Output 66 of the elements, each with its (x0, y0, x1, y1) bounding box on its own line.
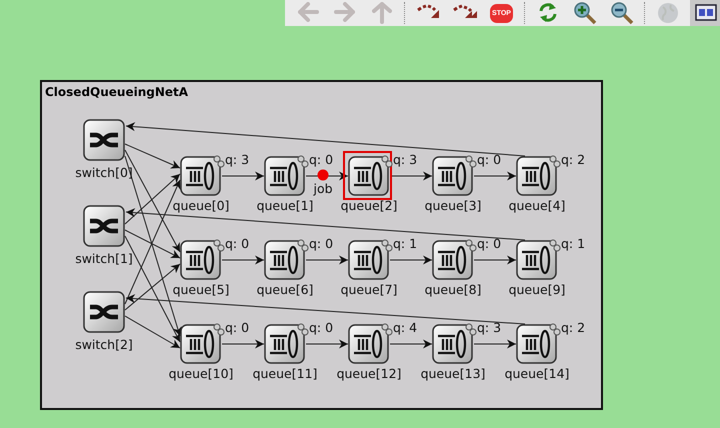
node-label: switch[1] (75, 251, 133, 266)
connection-arrow (222, 340, 264, 348)
queue-icon[interactable] (264, 324, 308, 364)
queue-length: q: 0 (309, 152, 334, 167)
node-label: queue[9] (508, 282, 566, 297)
queue-icon[interactable] (264, 156, 308, 196)
queue-icon[interactable] (180, 156, 224, 196)
queue-length: q: 0 (477, 152, 502, 167)
queue-length: q: 0 (309, 320, 334, 335)
queue-icon[interactable] (516, 240, 560, 280)
queue-length: q: 1 (393, 236, 418, 251)
queue-icon[interactable] (348, 324, 392, 364)
node-label: queue[7] (340, 282, 398, 297)
connection-arrow (222, 256, 264, 264)
connection-arrow (222, 172, 264, 180)
queue-length: q: 3 (393, 152, 418, 167)
node-label: queue[14] (504, 366, 570, 381)
node-label: queue[6] (256, 282, 314, 297)
module-button[interactable] (690, 0, 720, 26)
queue-icon[interactable] (180, 240, 224, 280)
connection-arrow (474, 172, 516, 180)
queue-icon[interactable] (432, 240, 476, 280)
node-label: queue[13] (420, 366, 486, 381)
node-label: queue[0] (172, 198, 230, 213)
queue-length: q: 3 (477, 320, 502, 335)
switch-icon[interactable] (83, 205, 125, 247)
queue-length: q: 3 (225, 152, 250, 167)
queue-icon[interactable] (343, 151, 392, 200)
connection-arrow (306, 172, 348, 180)
connection-arrow (474, 256, 516, 264)
connection-arrow (474, 340, 516, 348)
queue-icon[interactable] (348, 240, 392, 280)
queue-length: q: 0 (225, 236, 250, 251)
connection-arrow (306, 340, 348, 348)
job-label: job (313, 181, 333, 196)
queue-length: q: 2 (561, 320, 586, 335)
node-label: queue[5] (172, 282, 230, 297)
node-label: switch[2] (75, 337, 133, 352)
queue-length: q: 1 (561, 236, 586, 251)
switch-icon[interactable] (83, 291, 125, 333)
node-label: queue[2] (340, 198, 398, 213)
queue-length: q: 0 (225, 320, 250, 335)
network-title: ClosedQueueingNetA (44, 84, 188, 99)
connection-arrow (390, 172, 432, 180)
switch-icon[interactable] (83, 119, 125, 161)
job-dot (318, 170, 328, 180)
queue-length: q: 4 (393, 320, 418, 335)
connection-arrow (390, 256, 432, 264)
queue-icon[interactable] (180, 324, 224, 364)
queue-icon[interactable] (516, 156, 560, 196)
node-label: queue[11] (252, 366, 318, 381)
queue-length: q: 0 (477, 236, 502, 251)
node-label: queue[3] (424, 198, 482, 213)
queue-icon[interactable] (432, 324, 476, 364)
node-label: queue[12] (336, 366, 402, 381)
queue-length: q: 0 (309, 236, 334, 251)
node-label: queue[4] (508, 198, 566, 213)
node-label: queue[10] (168, 366, 234, 381)
queue-icon[interactable] (432, 156, 476, 196)
queue-icon[interactable] (516, 324, 560, 364)
node-label: queue[8] (424, 282, 482, 297)
node-label: queue[1] (256, 198, 314, 213)
queue-icon[interactable] (264, 240, 308, 280)
queue-length: q: 2 (561, 152, 586, 167)
connection-arrow (306, 256, 348, 264)
connection-arrow (390, 340, 432, 348)
